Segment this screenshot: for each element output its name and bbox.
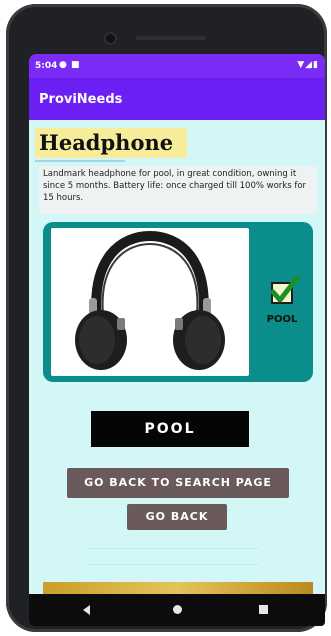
pool-badge: POOL — [257, 275, 307, 342]
front-camera — [106, 34, 115, 43]
product-description: Landmark headphone for pool, in great co… — [39, 166, 317, 214]
app-bar: ProviNeeds — [29, 78, 325, 120]
pool-button[interactable]: POOL — [91, 411, 249, 447]
recents-square-icon[interactable] — [259, 605, 268, 614]
headphones-icon — [75, 230, 225, 370]
product-card: POOL — [43, 222, 313, 382]
wifi-icon: ▼ — [297, 60, 306, 70]
phone-frame: 5:04 ● ■ ▼◢▮ ProviNeeds Headphone Landma… — [6, 4, 327, 632]
product-title: Headphone — [35, 128, 188, 158]
title-underline — [35, 160, 125, 162]
divider — [89, 564, 259, 565]
app-screen: 5:04 ● ■ ▼◢▮ ProviNeeds Headphone Landma… — [29, 54, 325, 626]
home-circle-icon[interactable] — [173, 605, 182, 614]
go-back-button[interactable]: GO BACK — [127, 504, 227, 530]
status-right-icons: ▼◢▮ — [297, 60, 319, 70]
signal-icon: ◢ — [305, 60, 314, 70]
status-time: 5:04 — [35, 61, 58, 71]
status-bar: 5:04 ● ■ ▼◢▮ — [29, 54, 325, 78]
earpiece-speaker — [136, 36, 206, 40]
notification-icon: ■ — [71, 60, 80, 70]
checkmark-icon — [270, 275, 300, 303]
go-back-to-search-button[interactable]: GO BACK TO SEARCH PAGE — [67, 468, 289, 498]
pool-badge-label: POOL — [266, 314, 298, 325]
battery-icon: ▮ — [313, 60, 319, 70]
settings-icon: ● — [59, 60, 67, 70]
divider — [89, 548, 259, 549]
system-nav-bar — [29, 594, 325, 626]
app-title: ProviNeeds — [39, 92, 123, 107]
headphones-image — [51, 228, 249, 376]
back-triangle-icon[interactable] — [83, 605, 90, 615]
